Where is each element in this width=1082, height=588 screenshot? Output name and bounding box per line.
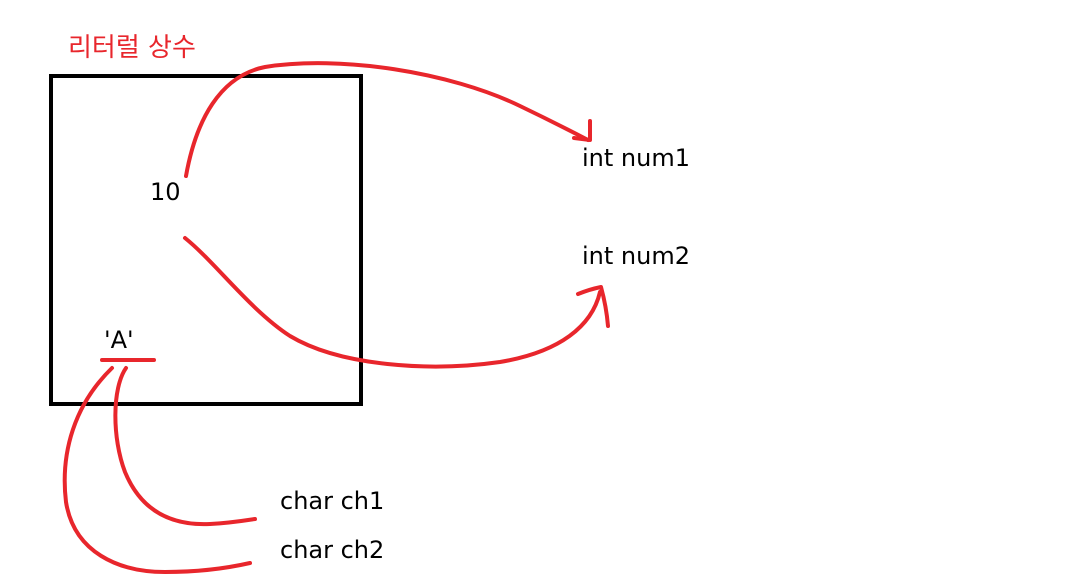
variable-ch2: char ch2 [280, 536, 385, 564]
variable-ch1: char ch1 [280, 487, 385, 515]
variable-num1: int num1 [582, 144, 690, 172]
arrow-10-to-num2 [183, 236, 602, 369]
annotation-arrows [62, 61, 610, 574]
literal-number: 10 [150, 178, 181, 206]
variable-num2: int num2 [582, 242, 690, 270]
literal-char: 'A' [104, 326, 134, 354]
diagram-title: 리터럴 상수 [68, 33, 196, 63]
arrow-a-to-ch2 [62, 366, 252, 574]
arrowhead-num1 [572, 119, 592, 142]
arrow-a-to-ch1 [113, 366, 257, 527]
arrow-10-to-num1 [184, 61, 590, 178]
